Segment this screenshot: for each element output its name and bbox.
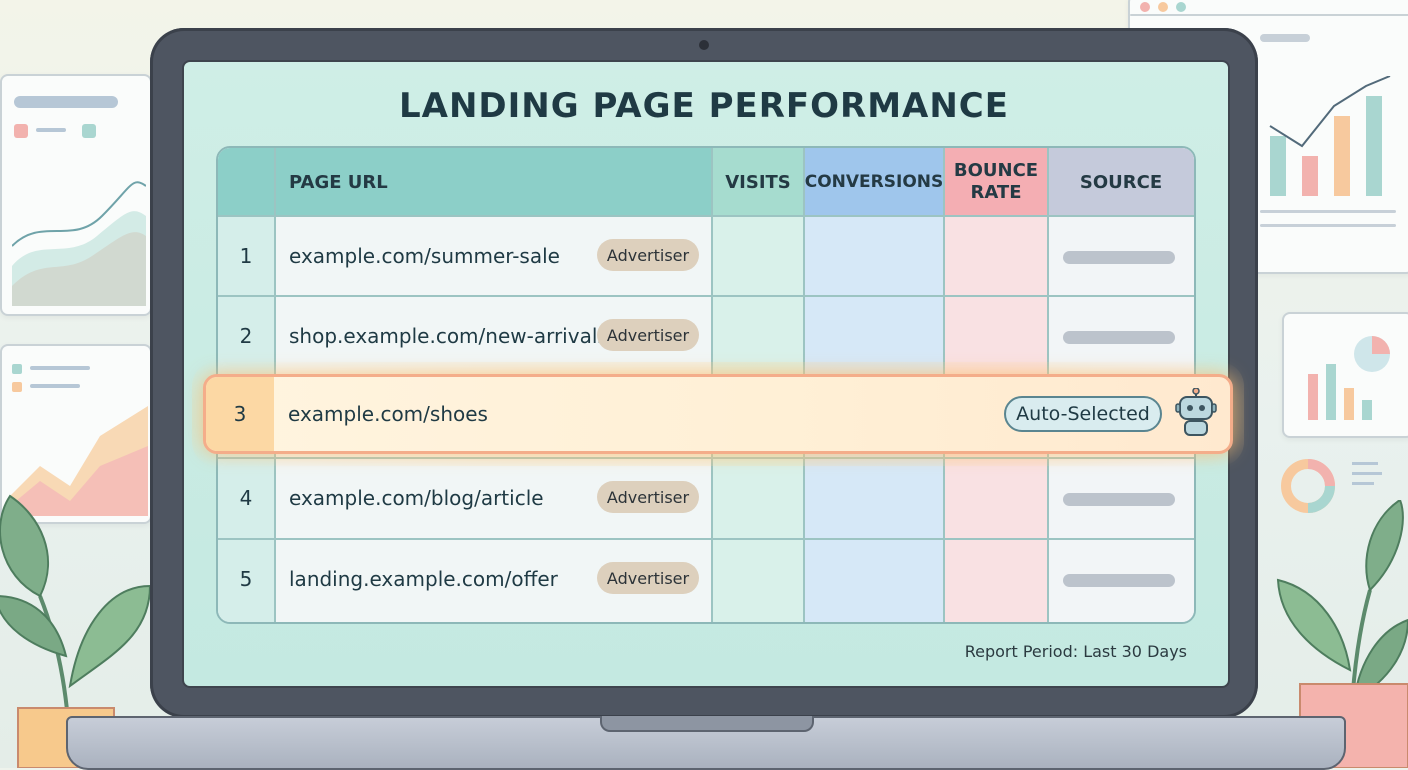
column-header-page-url[interactable]: PAGE URL bbox=[274, 148, 712, 216]
advertiser-badge: Advertiser bbox=[597, 481, 699, 513]
robot-icon bbox=[1175, 388, 1217, 436]
selected-table-row[interactable]: 3 example.com/shoes Auto-Selected bbox=[203, 374, 1233, 454]
table-row[interactable]: 5 landing.example.com/offer Advertiser bbox=[218, 539, 1194, 619]
background-chart-card bbox=[0, 74, 152, 316]
page-url[interactable]: example.com/shoes bbox=[288, 377, 488, 451]
column-header-visits[interactable]: VISITS bbox=[712, 148, 804, 216]
report-period: Report Period: Last 30 Days bbox=[964, 642, 1187, 661]
page-title: LANDING PAGE PERFORMANCE bbox=[398, 86, 1009, 126]
column-header-number bbox=[218, 148, 274, 216]
laptop-notch bbox=[600, 716, 814, 732]
source-placeholder bbox=[1063, 493, 1175, 506]
advertiser-badge: Advertiser bbox=[597, 319, 699, 351]
row-number: 4 bbox=[239, 486, 253, 510]
column-header-bounce-rate[interactable]: BOUNCE RATE bbox=[944, 148, 1048, 216]
row-number: 3 bbox=[206, 377, 274, 451]
advertiser-badge: Advertiser bbox=[597, 239, 699, 271]
auto-selected-badge: Auto-Selected bbox=[1004, 396, 1162, 432]
page-url[interactable]: landing.example.com/offer bbox=[289, 539, 558, 619]
page-url[interactable]: example.com/summer-sale bbox=[289, 216, 560, 296]
source-placeholder bbox=[1063, 251, 1175, 264]
row-number: 1 bbox=[239, 244, 253, 268]
table-row[interactable]: 1 example.com/summer-sale Advertiser bbox=[218, 216, 1194, 296]
background-pie-card bbox=[1282, 312, 1408, 438]
page-url[interactable]: example.com/blog/article bbox=[289, 458, 544, 538]
webcam bbox=[699, 40, 709, 50]
table-row[interactable]: 4 example.com/blog/article Advertiser bbox=[218, 458, 1194, 538]
column-header-source[interactable]: SOURCE bbox=[1048, 148, 1194, 216]
source-placeholder bbox=[1063, 331, 1175, 344]
row-number: 5 bbox=[239, 567, 253, 591]
source-placeholder bbox=[1063, 574, 1175, 587]
advertiser-badge: Advertiser bbox=[597, 562, 699, 594]
column-header-conversions[interactable]: CONVERSIONS bbox=[804, 148, 944, 216]
